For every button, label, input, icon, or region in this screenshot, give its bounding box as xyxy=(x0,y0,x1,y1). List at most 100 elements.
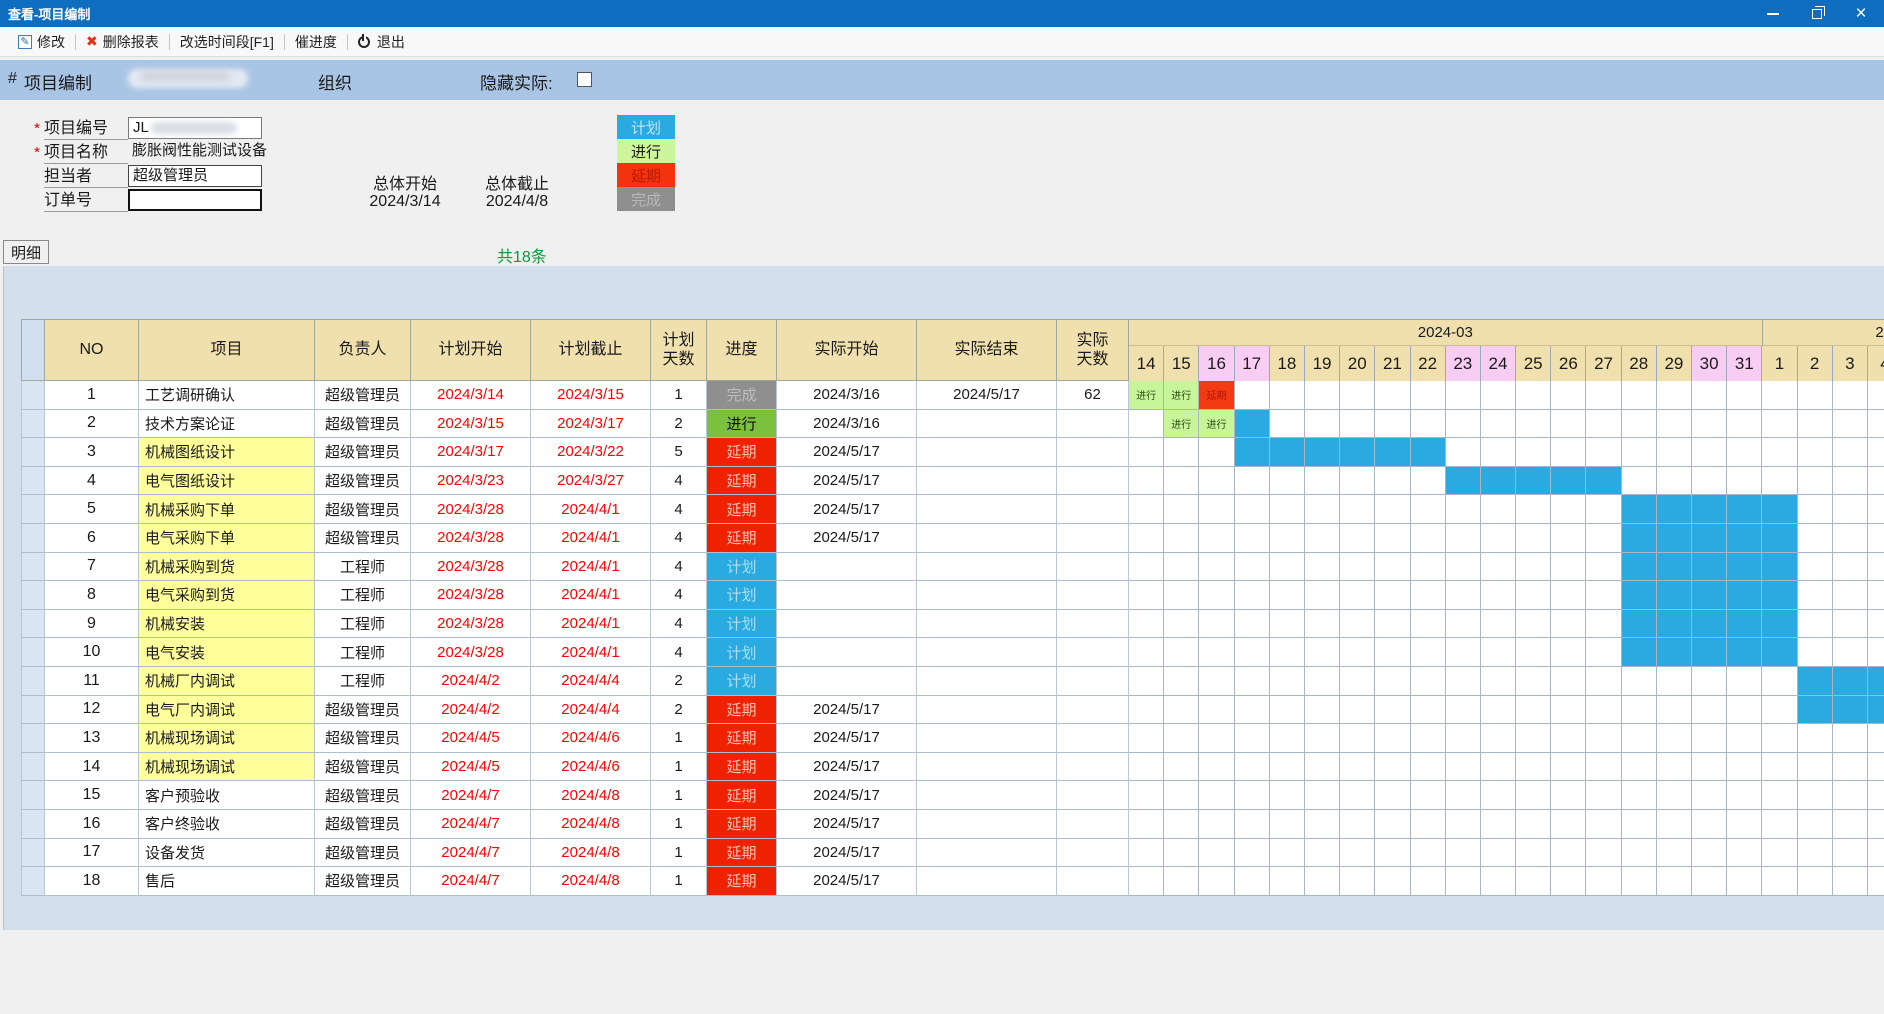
gantt-cell xyxy=(1270,524,1305,553)
table-row[interactable]: 12电气厂内调试超级管理员2024/4/22024/4/42延期2024/5/1… xyxy=(21,696,1884,725)
table-row[interactable]: 6电气采购下单超级管理员2024/3/282024/4/14延期2024/5/1… xyxy=(21,524,1884,553)
column-header-3[interactable]: 计划开始 xyxy=(411,319,531,381)
gantt-cell xyxy=(1692,553,1727,582)
order-no-input[interactable] xyxy=(128,189,262,211)
modify-button[interactable]: ✎ 修改 xyxy=(8,30,75,54)
table-row[interactable]: 7机械采购到货工程师2024/3/282024/4/14计划 xyxy=(21,553,1884,582)
column-header-8[interactable]: 实际结束 xyxy=(917,319,1057,381)
table-row[interactable]: 18售后超级管理员2024/4/72024/4/81延期2024/5/17 xyxy=(21,867,1884,896)
gantt-day-header[interactable]: 28 xyxy=(1622,346,1657,381)
gantt-cell xyxy=(1692,381,1727,410)
table-row[interactable]: 14机械现场调试超级管理员2024/4/52024/4/61延期2024/5/1… xyxy=(21,753,1884,782)
gantt-cell xyxy=(1164,467,1199,496)
column-header-5[interactable]: 计划 天数 xyxy=(651,319,707,381)
gantt-day-header[interactable]: 1 xyxy=(1762,346,1797,381)
gantt-cell xyxy=(1235,495,1270,524)
table-row[interactable]: 13机械现场调试超级管理员2024/4/52024/4/61延期2024/5/1… xyxy=(21,724,1884,753)
column-header-7[interactable]: 实际开始 xyxy=(777,319,917,381)
table-row[interactable]: 9机械安装工程师2024/3/282024/4/14计划 xyxy=(21,610,1884,639)
gantt-day-header[interactable]: 14 xyxy=(1129,346,1164,381)
owner-input[interactable]: 超级管理员 xyxy=(128,165,262,187)
row-count-text: 共18条 xyxy=(497,243,547,267)
gantt-cell xyxy=(1586,810,1621,839)
table-row[interactable]: 16客户终验收超级管理员2024/4/72024/4/81延期2024/5/17 xyxy=(21,810,1884,839)
gantt-day-header[interactable]: 31 xyxy=(1727,346,1762,381)
column-header-2[interactable]: 负责人 xyxy=(315,319,411,381)
gantt-day-header[interactable]: 23 xyxy=(1446,346,1481,381)
cell-plan-start: 2024/3/15 xyxy=(411,410,531,439)
gantt-cell xyxy=(1481,553,1516,582)
gantt-day-header[interactable]: 29 xyxy=(1657,346,1692,381)
project-name-input[interactable]: 膨胀阀性能测试设备 xyxy=(128,141,328,163)
gantt-day-header[interactable]: 4 xyxy=(1868,346,1884,381)
column-header-9[interactable]: 实际 天数 xyxy=(1057,319,1129,381)
table-row[interactable]: 15客户预验收超级管理员2024/4/72024/4/81延期2024/5/17 xyxy=(21,781,1884,810)
gantt-cell xyxy=(1481,667,1516,696)
hide-actual-checkbox[interactable] xyxy=(577,72,592,87)
gantt-cell xyxy=(1586,724,1621,753)
change-period-button[interactable]: 改选时间段[F1] xyxy=(170,30,284,54)
gantt-day-header[interactable]: 30 xyxy=(1692,346,1727,381)
gantt-cell xyxy=(1586,781,1621,810)
project-no-input[interactable]: JL xyxy=(128,117,262,139)
gantt-cell xyxy=(1270,667,1305,696)
table-row[interactable]: 8电气采购到货工程师2024/3/282024/4/14计划 xyxy=(21,581,1884,610)
cell-actual-days xyxy=(1057,553,1129,582)
gantt-cell xyxy=(1833,581,1868,610)
column-header-1[interactable]: 项目 xyxy=(139,319,315,381)
gantt-day-header[interactable]: 18 xyxy=(1270,346,1305,381)
gantt-day-header[interactable]: 24 xyxy=(1481,346,1516,381)
cell-owner: 超级管理员 xyxy=(315,753,411,782)
table-row[interactable]: 5机械采购下单超级管理员2024/3/282024/4/14延期2024/5/1… xyxy=(21,495,1884,524)
column-header-4[interactable]: 计划截止 xyxy=(531,319,651,381)
gantt-day-header[interactable]: 20 xyxy=(1340,346,1375,381)
gantt-day-header[interactable]: 3 xyxy=(1833,346,1868,381)
table-row[interactable]: 10电气安装工程师2024/3/282024/4/14计划 xyxy=(21,638,1884,667)
gantt-cell xyxy=(1692,810,1727,839)
gantt-cell xyxy=(1340,381,1375,410)
table-row[interactable]: 1工艺调研确认超级管理员2024/3/142024/3/151完成2024/3/… xyxy=(21,381,1884,410)
gantt-cell xyxy=(1727,581,1762,610)
gantt-cell xyxy=(1164,810,1199,839)
gantt-day-header[interactable]: 22 xyxy=(1411,346,1446,381)
gantt-day-header[interactable]: 27 xyxy=(1586,346,1621,381)
gantt-day-header[interactable]: 15 xyxy=(1164,346,1199,381)
restore-button[interactable] xyxy=(1810,7,1824,21)
gantt-cell xyxy=(1798,581,1833,610)
column-header-6[interactable]: 进度 xyxy=(707,319,777,381)
table-row[interactable]: 17设备发货超级管理员2024/4/72024/4/81延期2024/5/17 xyxy=(21,839,1884,868)
column-header-0[interactable]: NO xyxy=(45,319,139,381)
gantt-row xyxy=(1129,696,1884,725)
exit-button[interactable]: 退出 xyxy=(348,30,415,54)
table-row[interactable]: 2技术方案论证超级管理员2024/3/152024/3/172进行2024/3/… xyxy=(21,410,1884,439)
gantt-day-header[interactable]: 25 xyxy=(1516,346,1551,381)
gantt-cell xyxy=(1551,381,1586,410)
close-button[interactable]: × xyxy=(1854,7,1868,21)
gantt-day-header[interactable]: 17 xyxy=(1235,346,1270,381)
minimize-button[interactable] xyxy=(1766,7,1780,21)
gantt-day-header[interactable]: 19 xyxy=(1305,346,1340,381)
owner-label: 担当者 xyxy=(44,165,128,188)
gantt-day-header[interactable]: 26 xyxy=(1551,346,1586,381)
cell-plan-days: 2 xyxy=(651,410,707,439)
gantt-cell xyxy=(1411,724,1446,753)
gantt-cell xyxy=(1129,867,1164,896)
table-row[interactable]: 4电气图纸设计超级管理员2024/3/232024/3/274延期2024/5/… xyxy=(21,467,1884,496)
gantt-cell xyxy=(1762,553,1797,582)
gantt-cell xyxy=(1657,410,1692,439)
gantt-cell xyxy=(1129,696,1164,725)
gantt-day-header[interactable]: 21 xyxy=(1375,346,1410,381)
delete-report-button[interactable]: ✖ 删除报表 xyxy=(76,30,169,54)
gantt-cell xyxy=(1657,438,1692,467)
project-name-label: 项目名称 xyxy=(44,141,128,164)
urge-progress-button[interactable]: 催进度 xyxy=(285,30,347,54)
table-row[interactable]: 11机械厂内调试工程师2024/4/22024/4/42计划 xyxy=(21,667,1884,696)
gantt-day-header[interactable]: 16 xyxy=(1199,346,1234,381)
gantt-day-header[interactable]: 2 xyxy=(1798,346,1833,381)
tab-detail[interactable]: 明细 xyxy=(3,240,49,264)
gantt-cell xyxy=(1692,781,1727,810)
gantt-cell xyxy=(1586,553,1621,582)
cell-plan-days: 4 xyxy=(651,467,707,496)
table-row[interactable]: 3机械图纸设计超级管理员2024/3/172024/3/225延期2024/5/… xyxy=(21,438,1884,467)
cell-actual-end xyxy=(917,810,1057,839)
